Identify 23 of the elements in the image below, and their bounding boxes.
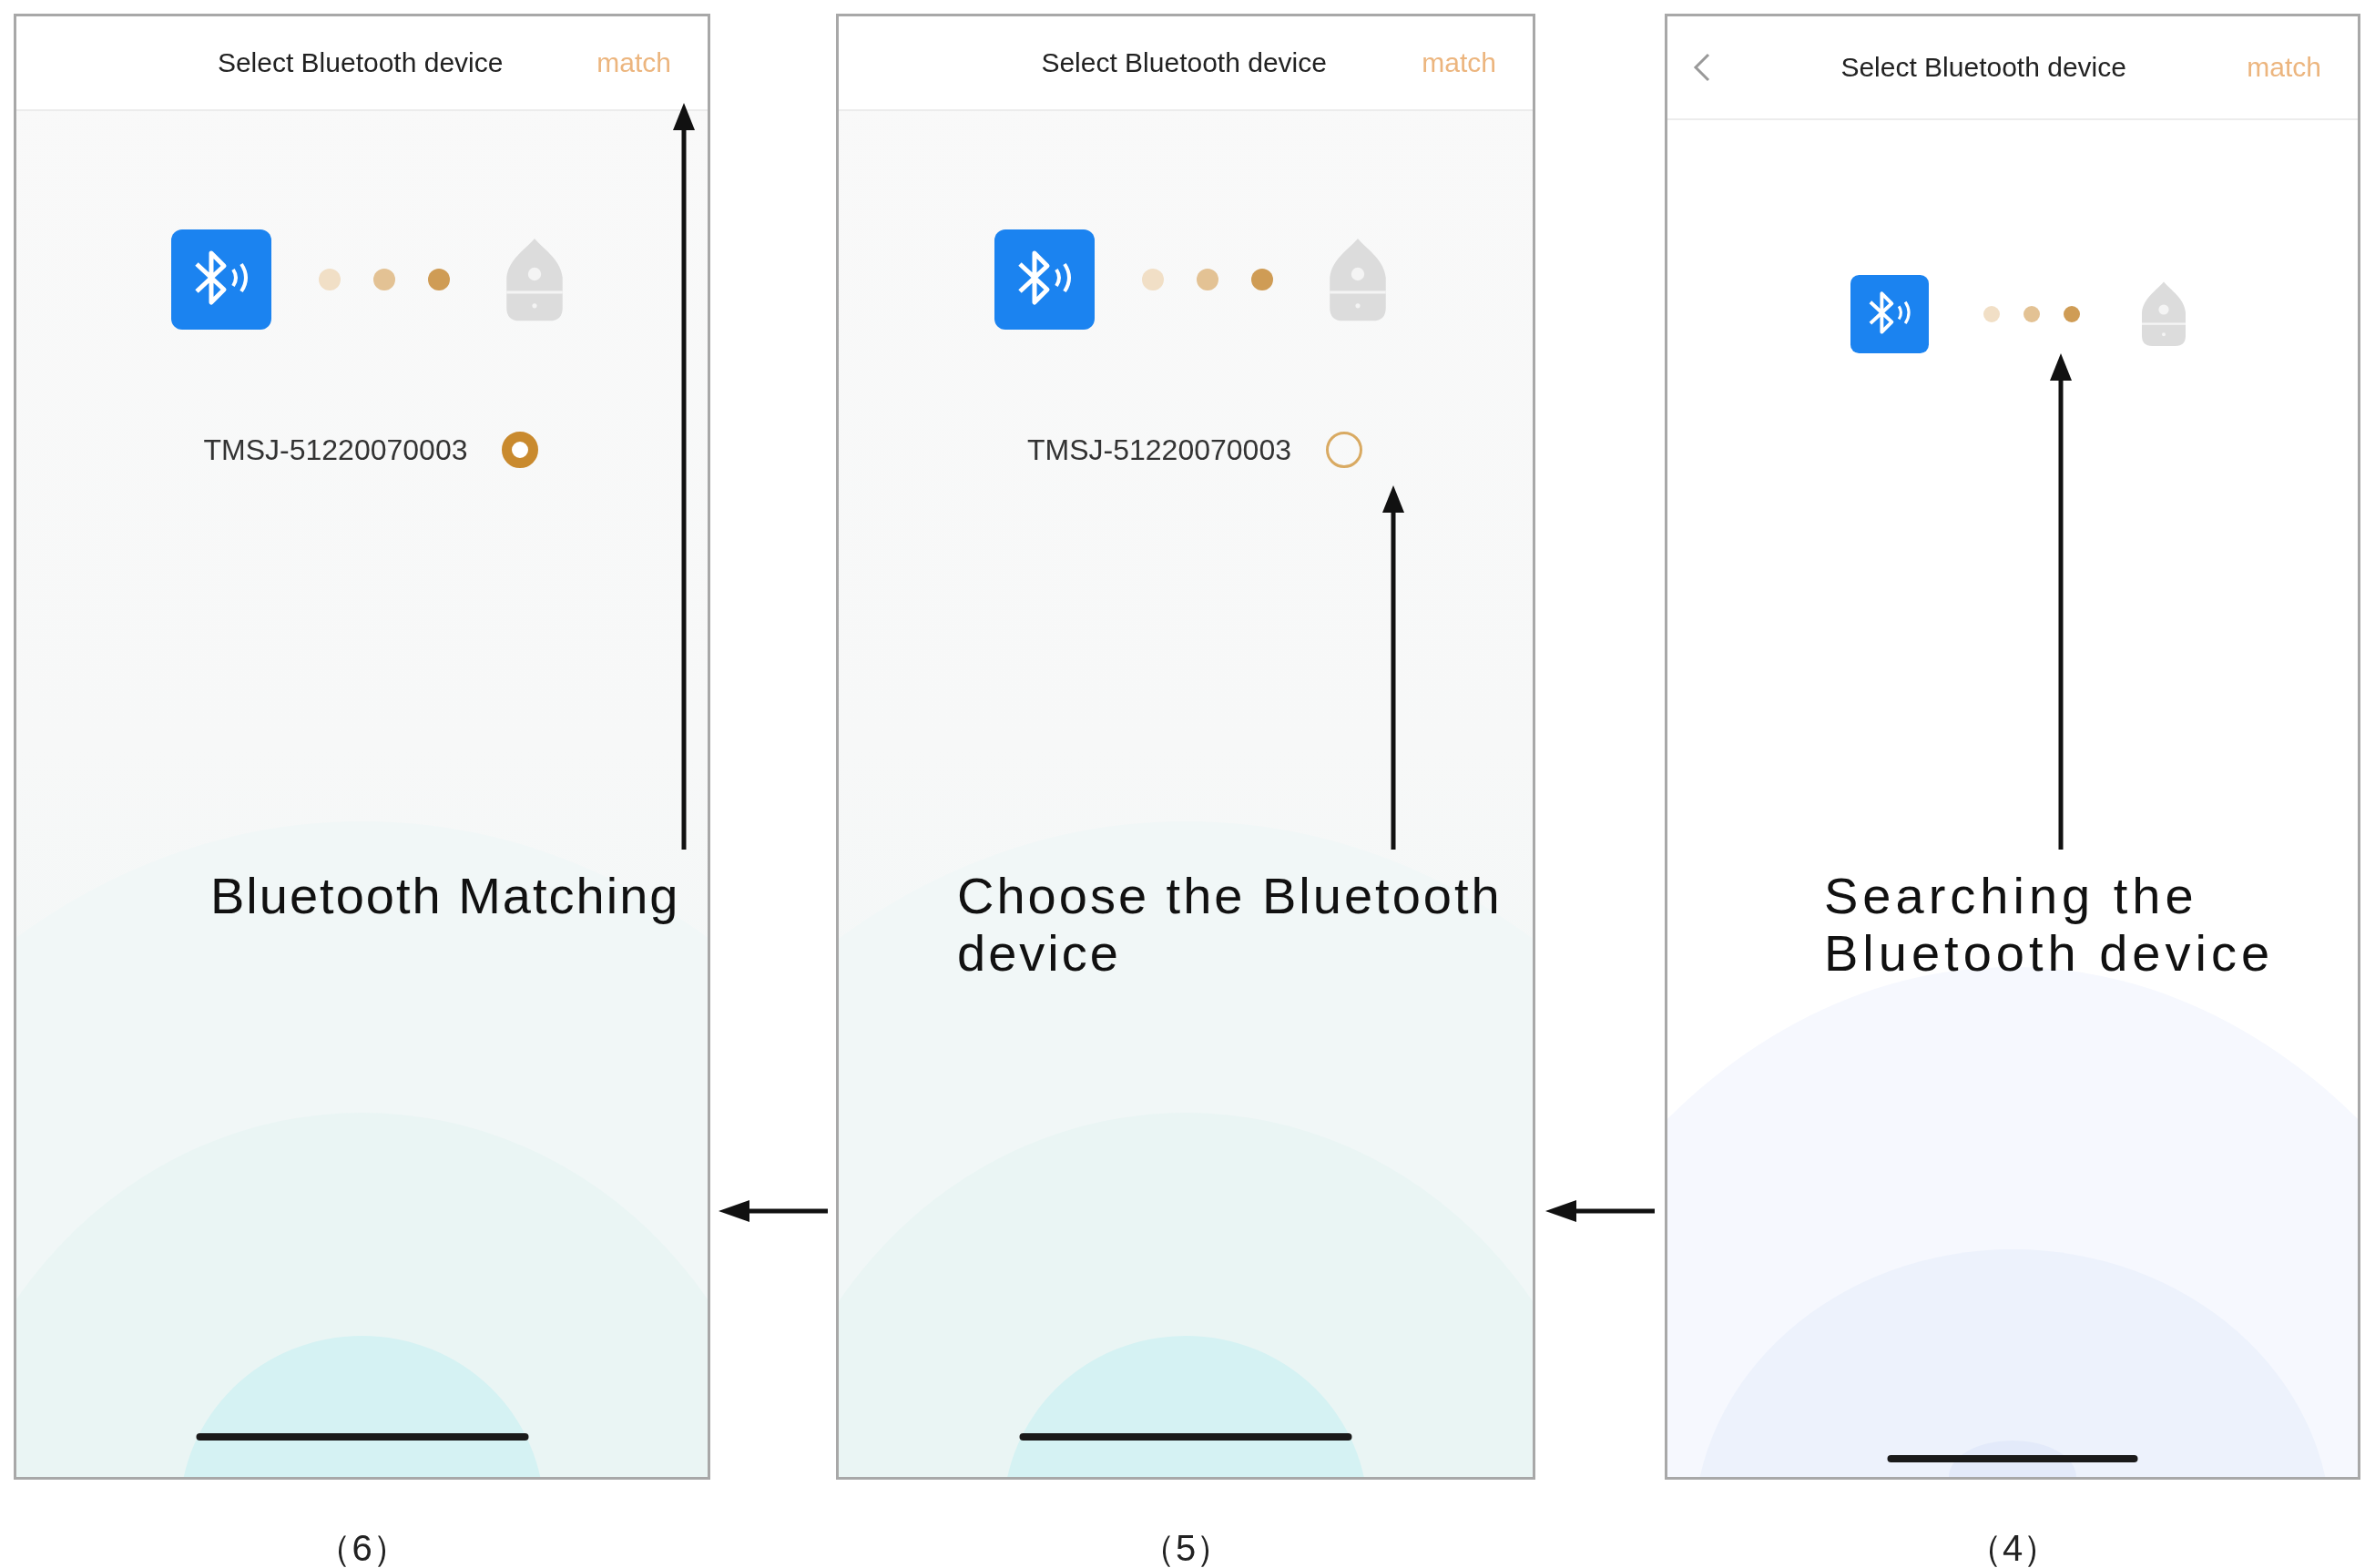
annotation-text: Choose the Bluetooth device	[957, 868, 1504, 983]
progress-dots-icon	[1142, 269, 1273, 290]
screen-title: Select Bluetooth device	[1840, 52, 2127, 83]
chevron-left-icon	[1693, 53, 1711, 82]
progress-dots-icon	[318, 269, 450, 290]
bluetooth-icon	[1850, 275, 1929, 353]
progress-dots-icon	[1983, 306, 2080, 322]
screen-title: Select Bluetooth device	[1040, 47, 1328, 78]
bluetooth-icon	[170, 229, 271, 330]
screen-title: Select Bluetooth device	[216, 47, 505, 78]
device-name: TMSJ-51220070003	[203, 433, 468, 467]
annotation-text: Searching the Bluetooth device	[1824, 868, 2276, 983]
match-button[interactable]: match	[596, 47, 671, 78]
device-name: TMSJ-51220070003	[1027, 433, 1291, 467]
match-button[interactable]: match	[2247, 52, 2321, 83]
match-button[interactable]: match	[1422, 47, 1496, 78]
figure-caption: （4）	[1965, 1527, 2060, 1568]
figure-caption: （6）	[315, 1527, 409, 1568]
bluetooth-icon	[994, 229, 1095, 330]
device-radio[interactable]	[1326, 432, 1362, 468]
figure-caption: （5）	[1138, 1527, 1233, 1568]
device-radio[interactable]	[502, 432, 539, 468]
annotation-text: Bluetooth Matching	[210, 868, 681, 925]
